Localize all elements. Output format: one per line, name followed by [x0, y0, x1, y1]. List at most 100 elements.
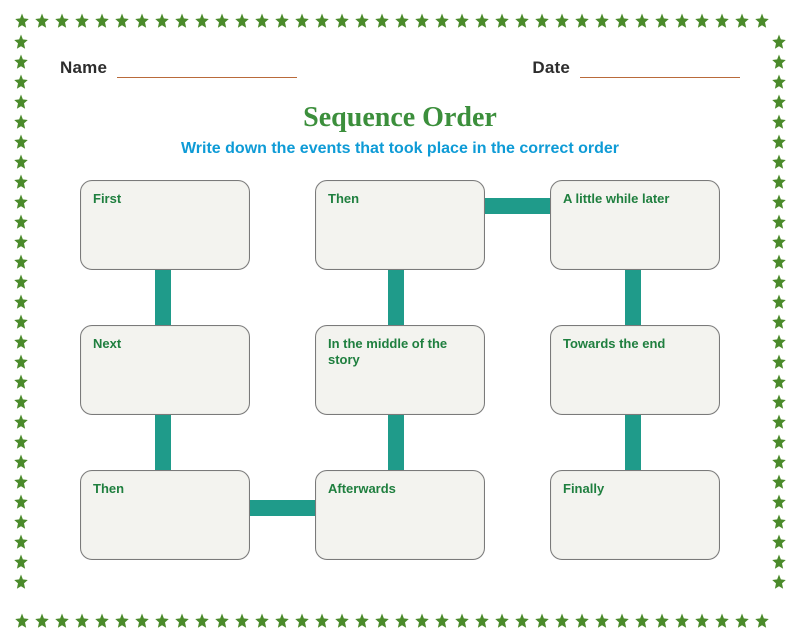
star-icon: [33, 612, 51, 630]
star-icon: [770, 573, 788, 591]
star-icon: [493, 612, 511, 630]
connector: [388, 405, 404, 480]
star-icon: [393, 612, 411, 630]
star-icon: [73, 12, 91, 30]
star-icon: [12, 553, 30, 571]
star-icon: [770, 53, 788, 71]
star-icon: [770, 413, 788, 431]
star-icon: [653, 12, 671, 30]
worksheet-page: Name Date Sequence Order Write down the …: [0, 0, 800, 642]
star-icon: [770, 453, 788, 471]
star-icon: [293, 612, 311, 630]
star-icon: [493, 12, 511, 30]
star-icon: [233, 612, 251, 630]
star-icon: [353, 12, 371, 30]
box-towards-end[interactable]: Towards the end: [550, 325, 720, 415]
star-icon: [393, 12, 411, 30]
star-icon: [733, 12, 751, 30]
star-icon: [12, 213, 30, 231]
connector: [625, 405, 641, 480]
box-middle[interactable]: In the middle of the story: [315, 325, 485, 415]
star-icon: [770, 293, 788, 311]
sequence-diagram: First Then A little while later Next In …: [70, 180, 740, 602]
star-icon: [533, 612, 551, 630]
box-little-while-later[interactable]: A little while later: [550, 180, 720, 270]
star-icon: [673, 612, 691, 630]
star-icon: [93, 12, 111, 30]
box-label: First: [93, 191, 121, 206]
box-label: Finally: [563, 481, 604, 496]
connector: [155, 405, 171, 480]
star-icon: [573, 12, 591, 30]
star-icon: [770, 73, 788, 91]
star-icon: [413, 612, 431, 630]
star-icon: [333, 612, 351, 630]
star-icon: [153, 12, 171, 30]
star-icon: [433, 612, 451, 630]
box-then-1[interactable]: Then: [315, 180, 485, 270]
connector: [155, 260, 171, 335]
star-icon: [12, 413, 30, 431]
box-finally[interactable]: Finally: [550, 470, 720, 560]
star-icon: [113, 12, 131, 30]
star-icon: [73, 612, 91, 630]
star-icon: [633, 12, 651, 30]
star-icon: [513, 612, 531, 630]
star-icon: [770, 193, 788, 211]
star-icon: [553, 612, 571, 630]
connector: [480, 198, 560, 214]
star-icon: [433, 12, 451, 30]
star-icon: [193, 612, 211, 630]
star-icon: [753, 12, 771, 30]
star-icon: [33, 12, 51, 30]
page-subtitle: Write down the events that took place in…: [0, 140, 800, 158]
star-icon: [12, 273, 30, 291]
date-input-line[interactable]: [580, 64, 740, 78]
star-icon: [173, 612, 191, 630]
star-icon: [12, 53, 30, 71]
star-icon: [613, 12, 631, 30]
star-icon: [453, 12, 471, 30]
name-label: Name: [60, 58, 107, 78]
star-icon: [653, 612, 671, 630]
box-afterwards[interactable]: Afterwards: [315, 470, 485, 560]
star-icon: [573, 612, 591, 630]
connector: [245, 500, 325, 516]
star-icon: [12, 513, 30, 531]
box-label: Towards the end: [563, 336, 665, 351]
star-icon: [473, 12, 491, 30]
box-next[interactable]: Next: [80, 325, 250, 415]
star-icon: [12, 233, 30, 251]
star-icon: [713, 12, 731, 30]
star-icon: [12, 193, 30, 211]
star-icon: [770, 173, 788, 191]
star-icon: [12, 493, 30, 511]
star-icon: [513, 12, 531, 30]
star-icon: [12, 533, 30, 551]
star-icon: [113, 612, 131, 630]
date-field: Date: [532, 58, 740, 78]
star-icon: [453, 612, 471, 630]
star-icon: [593, 12, 611, 30]
star-icon: [770, 273, 788, 291]
star-icon: [213, 612, 231, 630]
star-icon: [633, 612, 651, 630]
box-then-2[interactable]: Then: [80, 470, 250, 560]
star-icon: [713, 612, 731, 630]
star-icon: [13, 12, 31, 30]
star-icon: [253, 612, 271, 630]
star-icon: [12, 573, 30, 591]
star-icon: [12, 473, 30, 491]
star-icon: [12, 293, 30, 311]
star-icon: [273, 12, 291, 30]
star-icon: [770, 233, 788, 251]
star-icon: [53, 612, 71, 630]
star-icon: [613, 612, 631, 630]
star-icon: [293, 12, 311, 30]
star-icon: [313, 612, 331, 630]
name-input-line[interactable]: [117, 64, 297, 78]
star-icon: [533, 12, 551, 30]
star-icon: [53, 12, 71, 30]
star-icon: [12, 253, 30, 271]
box-first[interactable]: First: [80, 180, 250, 270]
